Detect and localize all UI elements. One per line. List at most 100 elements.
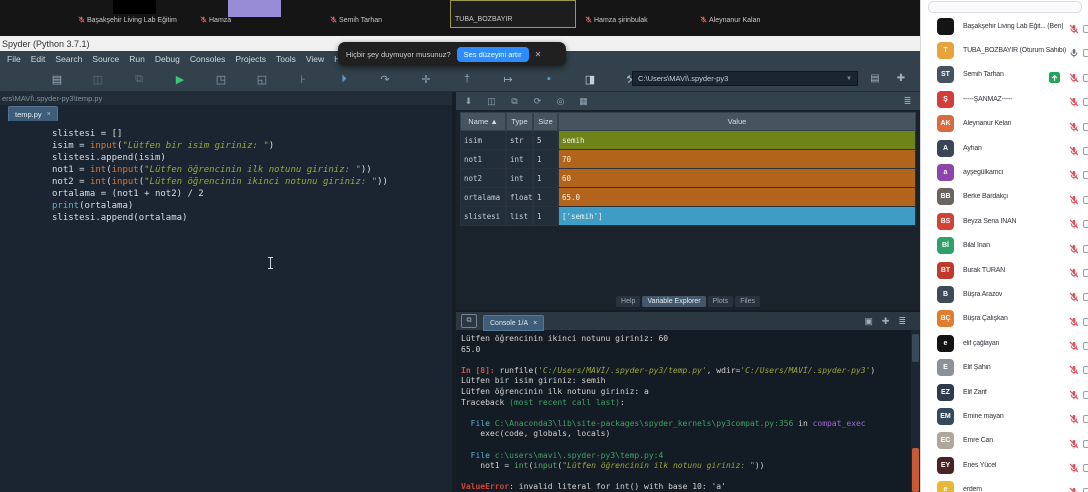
maximize-pane-icon[interactable]: ◨ xyxy=(581,70,599,88)
participant-row[interactable]: EC Emre Can xyxy=(921,429,1088,453)
save-data-icon[interactable]: ◫ xyxy=(484,94,499,108)
run-cell-icon[interactable]: ◳ xyxy=(212,70,230,88)
options-icon[interactable]: ≣ xyxy=(900,94,915,108)
video-name-label[interactable]: Aleynanur Kalan xyxy=(700,16,760,25)
menu-edit[interactable]: Edit xyxy=(26,54,51,64)
save-icon[interactable]: ◫ xyxy=(89,70,107,88)
tab-variable-explorer[interactable]: Variable Explorer xyxy=(642,295,706,307)
table-header: Name ▲ Type Size Value xyxy=(460,112,916,131)
save-data-as-icon[interactable]: ⧉ xyxy=(507,94,522,108)
camera-off-icon xyxy=(1083,412,1088,424)
participants-search-input[interactable] xyxy=(928,1,1082,13)
table-cell: ortalama xyxy=(460,188,506,207)
save-all-icon[interactable]: ⧉ xyxy=(130,70,148,88)
search-icon[interactable]: ◎ xyxy=(553,94,568,108)
tab-files[interactable]: Files xyxy=(735,295,760,307)
parent-directory-icon[interactable]: ✚ xyxy=(892,71,910,86)
browse-directory-icon[interactable]: ▤ xyxy=(866,71,884,86)
participant-row[interactable]: EY Enes Yücel xyxy=(921,453,1088,477)
meeting-video-strip: Başakşehir Living Lab Eğitim Hamza Semih T… xyxy=(0,0,920,36)
table-row[interactable]: isim str 5 semih xyxy=(460,131,916,150)
participant-row[interactable]: A Ayhan xyxy=(921,136,1088,160)
toast-close-icon[interactable]: ✕ xyxy=(535,50,542,59)
tab-close-icon[interactable]: × xyxy=(47,111,51,118)
menu-projects[interactable]: Projects xyxy=(230,54,271,64)
new-console-icon[interactable]: ⧉ xyxy=(461,314,477,328)
step-over-icon[interactable]: ↷ xyxy=(376,70,394,88)
increase-volume-button[interactable]: Ses düzeyini artır xyxy=(456,46,529,62)
table-row[interactable]: not1 int 1 70 xyxy=(460,150,916,169)
table-row[interactable]: not2 int 1 60 xyxy=(460,169,916,188)
participant-row[interactable]: AK Aleynanur Kelan xyxy=(921,112,1088,136)
debug-icon[interactable]: ⏵ xyxy=(335,70,353,88)
table-row[interactable]: ortalama float 1 65.0 xyxy=(460,188,916,207)
video-thumbnail[interactable] xyxy=(228,0,281,17)
table-row[interactable]: slistesi list 1 ['semih'] xyxy=(460,207,916,226)
new-client-icon[interactable]: ✚ xyxy=(882,316,890,327)
menu-run[interactable]: Run xyxy=(124,54,150,64)
working-directory-combobox[interactable]: C:\Users\MAVİ\.spyder-py3 ▼ xyxy=(632,71,858,86)
video-thumbnail[interactable] xyxy=(113,0,156,14)
editor-tab-temp-py[interactable]: temp.py × xyxy=(8,106,58,121)
participant-row[interactable]: e elif çağlayan xyxy=(921,331,1088,355)
participant-row[interactable]: a ayşegülkamcı xyxy=(921,160,1088,184)
code-editor[interactable]: slistesi = [] isim = input("Lütfen bir is… xyxy=(0,121,452,492)
menu-tools[interactable]: Tools xyxy=(271,54,301,64)
run-selection-icon[interactable]: ⊦ xyxy=(294,70,312,88)
inspect-icon[interactable]: ▣ xyxy=(864,316,873,327)
menu-view[interactable]: View xyxy=(301,54,329,64)
variable-table: Name ▲ Type Size Value isim str 5 semih not1 int 1… xyxy=(460,112,916,226)
refresh-icon[interactable]: ⟳ xyxy=(530,94,545,108)
participant-name: Elif Şahin xyxy=(963,364,991,372)
filter-icon[interactable]: ▦ xyxy=(576,94,591,108)
tab-close-icon[interactable]: × xyxy=(533,320,537,327)
column-header[interactable]: Value xyxy=(558,112,916,131)
continue-icon[interactable]: ↦ xyxy=(499,70,517,88)
breadcrumb: ers\MAVİ\.spyder-py3\temp.py xyxy=(0,92,452,105)
console-scrollbar[interactable] xyxy=(911,330,920,492)
menu-search[interactable]: Search xyxy=(50,54,87,64)
console-tab[interactable]: Console 1/A × xyxy=(483,315,545,331)
video-name-label[interactable]: Semih Tarhan xyxy=(330,16,382,25)
column-header[interactable]: Size xyxy=(533,112,558,131)
column-header[interactable]: Name ▲ xyxy=(460,112,506,131)
participant-row[interactable]: BT Burak TURAN xyxy=(921,258,1088,282)
stop-icon[interactable]: ▪ xyxy=(540,70,558,88)
console-output[interactable]: Lütfen öğrencinin ikinci notunu giriniz:… xyxy=(456,330,908,492)
column-header[interactable]: Type xyxy=(506,112,533,131)
menu-debug[interactable]: Debug xyxy=(150,54,185,64)
participant-row[interactable]: EZ Elif Zarif xyxy=(921,380,1088,404)
participant-row[interactable]: E Elif Şahin xyxy=(921,355,1088,379)
options-icon[interactable]: ≣ xyxy=(898,316,906,327)
run-cell-advance-icon[interactable]: ◱ xyxy=(253,70,271,88)
participant-row[interactable]: EM Emine mayan xyxy=(921,404,1088,428)
participant-name: -----ŞANMAZ----- xyxy=(963,95,1013,103)
participant-row[interactable]: BB Berke Bardakçı xyxy=(921,185,1088,209)
menu-source[interactable]: Source xyxy=(87,54,124,64)
participant-row[interactable]: T TUBA_BOZBAYIR (Oturum Sahibi) xyxy=(921,38,1088,62)
participant-row[interactable]: B Büşra Arazov xyxy=(921,282,1088,306)
console-line: Lütfen öğrencinin ikinci notunu giriniz:… xyxy=(461,334,669,343)
step-into-icon[interactable]: ✛ xyxy=(417,70,435,88)
participant-row[interactable]: BS Beyza Sena İNAN xyxy=(921,209,1088,233)
run-icon[interactable]: ▶ xyxy=(171,70,189,88)
participant-row[interactable]: ST Semih Tarhan xyxy=(921,63,1088,87)
open-folder-icon[interactable]: ▤ xyxy=(48,70,66,88)
code-line: slistesi.append(ortalama) xyxy=(52,213,188,223)
participant-row[interactable]: Başakşehir Living Lab Eğit... (Ben) xyxy=(921,14,1088,38)
tab-plots[interactable]: Plots xyxy=(707,295,734,307)
camera-off-icon xyxy=(1083,144,1088,155)
video-name-label[interactable]: Hamza şirinbulak xyxy=(585,16,648,25)
menu-file[interactable]: File xyxy=(2,54,26,64)
import-data-icon[interactable]: ⬇ xyxy=(461,94,476,108)
participant-row[interactable]: Ş -----ŞANMAZ----- xyxy=(921,87,1088,111)
participant-row[interactable]: e erdem xyxy=(921,477,1088,492)
menu-consoles[interactable]: Consoles xyxy=(185,54,230,64)
video-name-label[interactable]: Başakşehir Living Lab Eğitim xyxy=(78,16,177,25)
video-name-label[interactable]: Hamza xyxy=(200,16,231,25)
video-name-label[interactable]: TUBA_BOZBAYIR xyxy=(455,16,512,23)
participant-row[interactable]: Bİ Bilal İnan xyxy=(921,234,1088,258)
step-return-icon[interactable]: † xyxy=(458,70,476,88)
tab-help[interactable]: Help xyxy=(616,295,641,307)
participant-row[interactable]: BÇ Büşra Çalışkan xyxy=(921,307,1088,331)
